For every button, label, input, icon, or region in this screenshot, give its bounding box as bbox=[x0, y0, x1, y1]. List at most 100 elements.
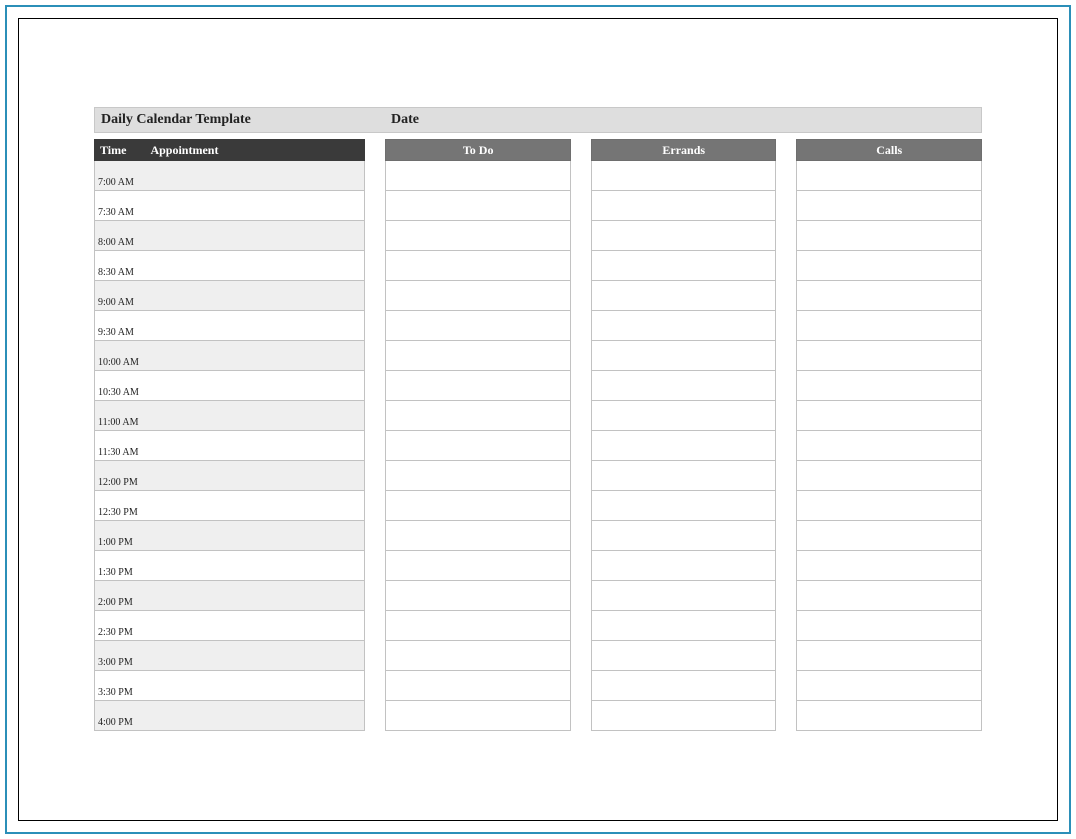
list-item[interactable] bbox=[385, 161, 571, 191]
time-label: 8:00 AM bbox=[98, 237, 134, 248]
time-label: 8:30 AM bbox=[98, 267, 134, 278]
list-item[interactable] bbox=[796, 221, 982, 251]
time-label: 2:30 PM bbox=[98, 627, 133, 638]
time-row[interactable]: 7:00 AM bbox=[94, 161, 365, 191]
time-row[interactable]: 2:00 PM bbox=[94, 581, 365, 611]
list-item[interactable] bbox=[796, 371, 982, 401]
time-row[interactable]: 9:00 AM bbox=[94, 281, 365, 311]
list-item[interactable] bbox=[796, 341, 982, 371]
time-row[interactable]: 4:00 PM bbox=[94, 701, 365, 731]
time-row[interactable]: 11:30 AM bbox=[94, 431, 365, 461]
inner-frame: Daily Calendar Template Date Time Appoin… bbox=[18, 18, 1058, 821]
calls-header: Calls bbox=[796, 139, 982, 161]
list-item[interactable] bbox=[796, 311, 982, 341]
list-item[interactable] bbox=[591, 161, 777, 191]
todo-column: To Do bbox=[385, 139, 571, 731]
list-item[interactable] bbox=[796, 431, 982, 461]
list-item[interactable] bbox=[591, 551, 777, 581]
list-item[interactable] bbox=[796, 701, 982, 731]
list-item[interactable] bbox=[385, 581, 571, 611]
list-item[interactable] bbox=[796, 461, 982, 491]
list-item[interactable] bbox=[591, 461, 777, 491]
list-item[interactable] bbox=[591, 281, 777, 311]
list-item[interactable] bbox=[591, 191, 777, 221]
list-item[interactable] bbox=[385, 671, 571, 701]
list-item[interactable] bbox=[385, 341, 571, 371]
time-row[interactable]: 1:00 PM bbox=[94, 521, 365, 551]
time-row[interactable]: 7:30 AM bbox=[94, 191, 365, 221]
time-row[interactable]: 8:00 AM bbox=[94, 221, 365, 251]
time-label: 1:00 PM bbox=[98, 537, 133, 548]
time-row[interactable]: 2:30 PM bbox=[94, 611, 365, 641]
list-item[interactable] bbox=[591, 671, 777, 701]
time-label: 2:00 PM bbox=[98, 597, 133, 608]
time-label: 12:30 PM bbox=[98, 507, 138, 518]
time-row[interactable]: 9:30 AM bbox=[94, 311, 365, 341]
list-item[interactable] bbox=[796, 401, 982, 431]
time-row[interactable]: 10:30 AM bbox=[94, 371, 365, 401]
time-row[interactable]: 10:00 AM bbox=[94, 341, 365, 371]
calls-column: Calls bbox=[796, 139, 982, 731]
list-item[interactable] bbox=[385, 611, 571, 641]
time-label: 3:30 PM bbox=[98, 687, 133, 698]
list-item[interactable] bbox=[796, 161, 982, 191]
list-item[interactable] bbox=[385, 491, 571, 521]
list-item[interactable] bbox=[591, 401, 777, 431]
list-item[interactable] bbox=[385, 551, 571, 581]
list-item[interactable] bbox=[591, 371, 777, 401]
list-item[interactable] bbox=[591, 491, 777, 521]
time-label: 7:30 AM bbox=[98, 207, 134, 218]
time-row[interactable]: 8:30 AM bbox=[94, 251, 365, 281]
list-item[interactable] bbox=[591, 611, 777, 641]
time-appointment-column: Time Appointment 7:00 AM 7:30 AM 8:00 AM 8:… bbox=[94, 139, 365, 731]
time-row[interactable]: 12:00 PM bbox=[94, 461, 365, 491]
list-item[interactable] bbox=[385, 521, 571, 551]
time-label: 4:00 PM bbox=[98, 717, 133, 728]
list-item[interactable] bbox=[385, 461, 571, 491]
list-item[interactable] bbox=[385, 401, 571, 431]
time-row[interactable]: 3:00 PM bbox=[94, 641, 365, 671]
list-item[interactable] bbox=[591, 251, 777, 281]
list-item[interactable] bbox=[796, 251, 982, 281]
list-item[interactable] bbox=[796, 611, 982, 641]
todo-header: To Do bbox=[385, 139, 571, 161]
time-row[interactable]: 1:30 PM bbox=[94, 551, 365, 581]
list-item[interactable] bbox=[591, 221, 777, 251]
list-item[interactable] bbox=[385, 311, 571, 341]
list-item[interactable] bbox=[591, 311, 777, 341]
list-item[interactable] bbox=[796, 491, 982, 521]
list-item[interactable] bbox=[591, 701, 777, 731]
list-item[interactable] bbox=[385, 701, 571, 731]
list-item[interactable] bbox=[796, 581, 982, 611]
list-item[interactable] bbox=[796, 551, 982, 581]
list-item[interactable] bbox=[591, 341, 777, 371]
time-row[interactable]: 3:30 PM bbox=[94, 671, 365, 701]
list-item[interactable] bbox=[796, 281, 982, 311]
time-label: 9:30 AM bbox=[98, 327, 134, 338]
time-label: 12:00 PM bbox=[98, 477, 138, 488]
list-item[interactable] bbox=[591, 581, 777, 611]
list-item[interactable] bbox=[385, 251, 571, 281]
time-label: 10:00 AM bbox=[98, 357, 139, 368]
time-label: 9:00 AM bbox=[98, 297, 134, 308]
list-item[interactable] bbox=[385, 191, 571, 221]
list-item[interactable] bbox=[385, 221, 571, 251]
list-item[interactable] bbox=[796, 641, 982, 671]
time-row[interactable]: 12:30 PM bbox=[94, 491, 365, 521]
todo-header-label: To Do bbox=[463, 143, 494, 158]
list-item[interactable] bbox=[591, 641, 777, 671]
list-item[interactable] bbox=[591, 431, 777, 461]
list-item[interactable] bbox=[385, 641, 571, 671]
time-appointment-header: Time Appointment bbox=[94, 139, 365, 161]
list-item[interactable] bbox=[796, 191, 982, 221]
list-item[interactable] bbox=[796, 671, 982, 701]
list-item[interactable] bbox=[591, 521, 777, 551]
list-item[interactable] bbox=[385, 281, 571, 311]
title-bar: Daily Calendar Template Date bbox=[94, 107, 982, 133]
time-row[interactable]: 11:00 AM bbox=[94, 401, 365, 431]
errands-column: Errands bbox=[591, 139, 777, 731]
time-label: 1:30 PM bbox=[98, 567, 133, 578]
list-item[interactable] bbox=[796, 521, 982, 551]
list-item[interactable] bbox=[385, 371, 571, 401]
list-item[interactable] bbox=[385, 431, 571, 461]
